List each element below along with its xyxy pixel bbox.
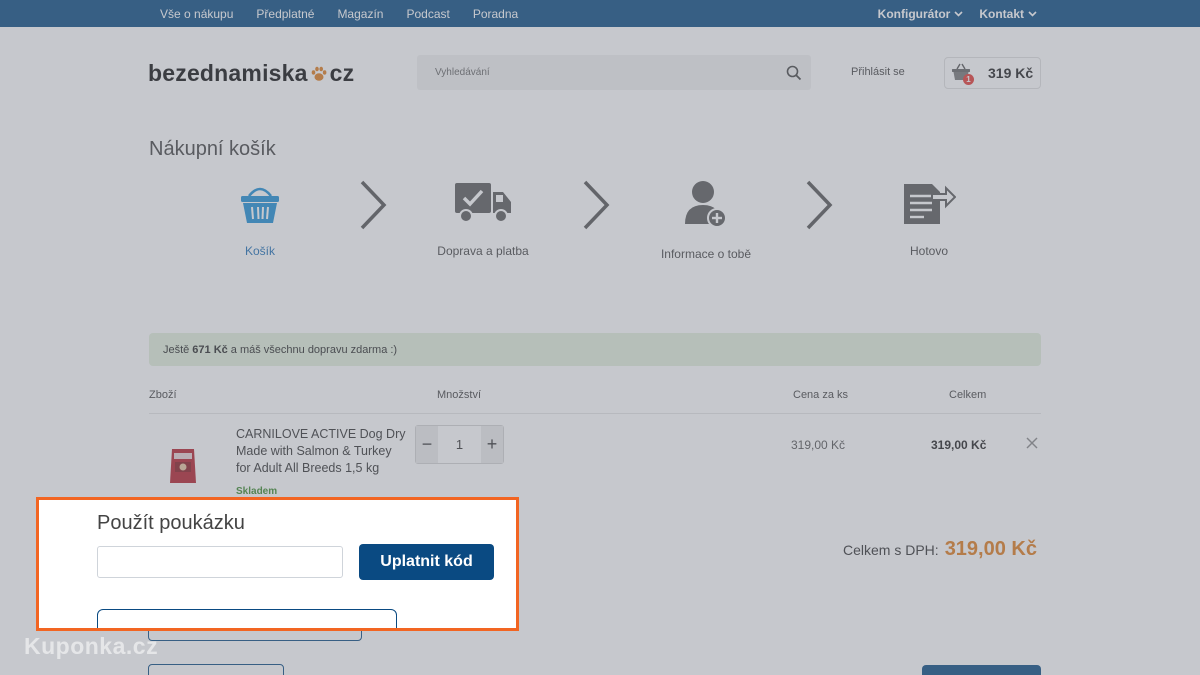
- nav-link-about-shopping[interactable]: Vše o nákupu: [160, 7, 233, 21]
- order-total-label: Celkem s DPH:: [843, 542, 939, 558]
- close-icon[interactable]: [1026, 437, 1038, 449]
- top-nav-left: Vše o nákupu Předplatné Magazín Podcast …: [160, 0, 541, 27]
- nav-configurator-dropdown[interactable]: Konfigurátor: [878, 7, 964, 21]
- step-shipping-payment[interactable]: Doprava a platba: [428, 182, 538, 258]
- shipping-suffix: a máš všechnu dopravu zdarma :): [230, 343, 398, 356]
- chevron-down-icon: [954, 10, 963, 17]
- cart-icon-wrapper: 1: [951, 62, 974, 85]
- logo-domain: cz: [329, 60, 355, 86]
- continue-button[interactable]: [922, 665, 1041, 675]
- column-header-unit-price: Cena za ks: [793, 389, 849, 401]
- watermark: Kuponka.cz: [24, 633, 159, 659]
- free-shipping-notice: Ještě 671 Kč a máš všechnu dopravu zdarm…: [149, 333, 1041, 366]
- column-header-product: Zboží: [149, 389, 177, 401]
- chevron-right-icon: [583, 180, 610, 230]
- voucher-title: Použít poukázku: [97, 512, 245, 534]
- quantity-stepper: − 1 +: [415, 425, 504, 464]
- step-info-label: Informace o tobě: [660, 247, 752, 261]
- shipping-prefix: Ještě: [163, 343, 190, 356]
- login-link[interactable]: Přihlásit se: [851, 66, 905, 78]
- step-cart[interactable]: Košík: [220, 182, 300, 258]
- nav-link-subscription[interactable]: Předplatné: [256, 7, 314, 21]
- apply-voucher-button[interactable]: Uplatnit kód: [359, 544, 494, 580]
- voucher-code-input[interactable]: [97, 546, 343, 578]
- voucher-panel: Použít poukázku Uplatnit kód: [36, 497, 519, 631]
- basket-icon: [241, 187, 279, 223]
- nav-contact-dropdown[interactable]: Kontakt: [979, 7, 1037, 21]
- chevron-right-icon: [806, 180, 833, 230]
- quantity-value[interactable]: 1: [438, 426, 481, 463]
- step-done-label: Hotovo: [909, 244, 949, 258]
- step-shipping-label: Doprava a platba: [437, 244, 529, 258]
- shipping-remaining-amount: 671 Kč: [192, 343, 228, 356]
- top-navigation-bar: Vše o nákupu Předplatné Magazín Podcast …: [0, 0, 1200, 27]
- cart-count-badge: 1: [963, 74, 974, 85]
- nav-configurator-label: Konfigurátor: [877, 6, 951, 21]
- column-header-total: Celkem: [949, 389, 987, 401]
- back-button[interactable]: [148, 664, 284, 675]
- order-total-value: 319,00 Kč: [944, 538, 1037, 560]
- row-total: 319,00 Kč: [931, 438, 987, 452]
- step-done[interactable]: Hotovo: [889, 182, 969, 258]
- search-input[interactable]: [417, 55, 777, 90]
- site-logo[interactable]: bezednamiska cz: [148, 60, 354, 87]
- top-nav-right: Konfigurátor Kontakt: [862, 0, 1037, 27]
- product-name-link[interactable]: CARNILOVE ACTIVE Dog Dry Made with Salmo…: [236, 426, 406, 477]
- column-header-quantity: Množství: [437, 389, 482, 401]
- step-cart-label: Košík: [244, 244, 275, 258]
- nav-link-podcast[interactable]: Podcast: [406, 7, 449, 21]
- user-add-icon: [685, 181, 727, 228]
- page-title: Nákupní košík: [149, 138, 276, 160]
- table-divider: [149, 413, 1041, 414]
- nav-link-magazine[interactable]: Magazín: [337, 7, 383, 21]
- paw-icon: [311, 66, 327, 81]
- step-customer-info[interactable]: Informace o tobě: [651, 180, 761, 261]
- chevron-right-icon: [360, 180, 387, 230]
- voucher-extra-box[interactable]: [97, 609, 397, 628]
- nav-link-advice[interactable]: Poradna: [473, 7, 518, 21]
- quantity-decrease-button[interactable]: −: [416, 426, 438, 463]
- cart-total-amount: 319 Kč: [988, 65, 1034, 81]
- unit-price: 319,00 Kč: [791, 438, 846, 452]
- stock-status: Skladem: [236, 486, 278, 497]
- logo-text: bezednamiska: [148, 60, 308, 86]
- truck-icon: [455, 183, 511, 223]
- document-icon: [904, 184, 956, 224]
- product-image[interactable]: [169, 447, 197, 485]
- header-cart-button[interactable]: 1 319 Kč: [944, 57, 1041, 89]
- quantity-increase-button[interactable]: +: [481, 426, 503, 463]
- chevron-down-icon: [1028, 10, 1037, 17]
- order-total: Celkem s DPH: 319,00 Kč: [843, 538, 1037, 561]
- search-bar: [417, 55, 811, 90]
- search-icon[interactable]: [785, 64, 803, 82]
- nav-contact-label: Kontakt: [979, 6, 1024, 21]
